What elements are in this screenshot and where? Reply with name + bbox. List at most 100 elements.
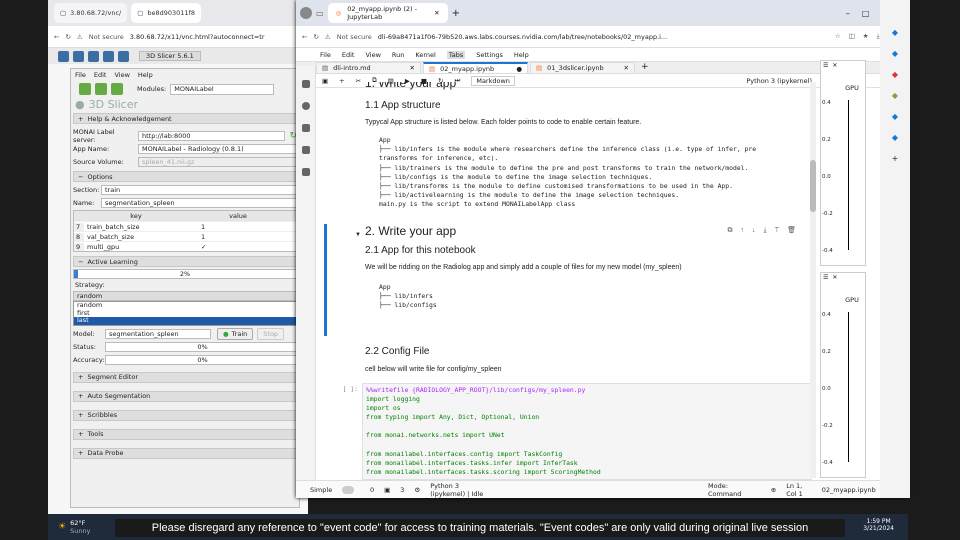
toolbar-icon[interactable]: [58, 50, 69, 62]
table-row[interactable]: 9 multi_gpu ✓: [74, 241, 296, 251]
table-row[interactable]: 8 val_batch_size 1: [74, 231, 296, 241]
section-select[interactable]: train: [101, 184, 297, 195]
strategy-option[interactable]: random: [74, 301, 296, 310]
collapse-icon[interactable]: ▼: [355, 232, 361, 238]
remote-tab[interactable]: ▢ 3.80.68.72/vnc/: [54, 3, 128, 23]
panel-controls-icon[interactable]: ☰: [823, 274, 828, 281]
options-section[interactable]: − Options: [73, 171, 297, 182]
menu-item[interactable]: Help: [514, 51, 529, 59]
doc-tab-intro[interactable]: ▤ dli-intro.md ✕: [316, 62, 421, 74]
collapsed-section[interactable]: + Tools: [73, 428, 297, 440]
office-icon[interactable]: ◆: [892, 112, 898, 121]
code-cell[interactable]: [ ]: %%writefile {RADIOLOGY_APP_ROOT}/li…: [324, 382, 812, 480]
menu-file[interactable]: File: [75, 71, 86, 79]
menu-item[interactable]: Tabs: [446, 50, 466, 59]
extension-icon[interactable]: [301, 168, 310, 176]
close-icon[interactable]: ✕: [410, 64, 415, 72]
doc-tab-myapp[interactable]: ▤ 02_myapp.ipynb ●: [423, 62, 528, 74]
remote-tab[interactable]: ▢ be8d903011f8: [131, 3, 202, 23]
source-select[interactable]: spleen_41.nii.gz: [138, 156, 297, 167]
accuracy-field: Accuracy: 0%: [73, 355, 297, 366]
menu-item[interactable]: Settings: [476, 51, 503, 59]
collapsed-section[interactable]: + Data Probe: [73, 447, 297, 459]
train-button[interactable]: ● Train: [217, 328, 254, 340]
kernel-status[interactable]: Python 3 (ipykernel) | Idle: [430, 482, 492, 498]
module-icon[interactable]: [79, 83, 91, 95]
menu-item[interactable]: File: [320, 51, 331, 59]
name-select[interactable]: segmentation_spleen: [101, 197, 297, 208]
menu-item[interactable]: Run: [392, 51, 404, 59]
module-select[interactable]: MONAILabel: [170, 83, 275, 95]
back-arrow-icon[interactable]: ←: [302, 33, 307, 41]
doc-tab-3dslicer[interactable]: ▤ 01_3dslicer.ipynb ✕: [530, 62, 635, 74]
scroll-thumb[interactable]: [810, 160, 816, 212]
table-row[interactable]: 7 train_batch_size 1: [74, 221, 296, 231]
strategy-option[interactable]: first: [74, 309, 296, 318]
app-tree: App ├── lib/infers ├── lib/configs: [379, 282, 437, 310]
menu-view[interactable]: View: [114, 71, 129, 79]
strategy-dropdown: random first last: [73, 301, 297, 326]
active-learning-section[interactable]: − Active Learning: [73, 256, 297, 267]
back-arrow-icon[interactable]: ←: [54, 33, 59, 41]
reload-icon[interactable]: ↻: [65, 33, 70, 41]
toolbar-icon[interactable]: [73, 50, 84, 62]
cell-actions[interactable]: ⧉↑↓⤓⊤🗑: [727, 226, 804, 235]
toolbar-icon[interactable]: [118, 50, 129, 62]
copilot-icon[interactable]: ◆: [892, 28, 898, 37]
close-icon[interactable]: ✕: [832, 274, 837, 281]
options-table: key value 7 train_batch_size 1 8 val_batch_s…: [73, 210, 297, 252]
server-input[interactable]: http://lab:8000: [138, 130, 286, 141]
tab-actions-icon[interactable]: ▭: [316, 9, 324, 18]
menu-item[interactable]: View: [365, 51, 380, 59]
menu-item[interactable]: Kernel: [415, 51, 435, 59]
simple-mode-toggle[interactable]: [342, 485, 354, 494]
app-input[interactable]: MONAILabel - Radiology (0.8.1): [138, 143, 297, 154]
new-tab-icon[interactable]: +: [452, 8, 460, 19]
outlook-icon[interactable]: ◆: [892, 133, 898, 142]
toolbar-icon[interactable]: [88, 50, 99, 62]
code-line: %%writefile {RADIOLOGY_APP_ROOT}/lib/con…: [366, 385, 586, 394]
url-input[interactable]: dli-69a8471a1f06-79b520.aws.labs.courses…: [378, 33, 667, 41]
add-icon[interactable]: +: [892, 154, 899, 163]
module-icon[interactable]: [111, 83, 123, 95]
code-editor[interactable]: %%writefile {RADIOLOGY_APP_ROOT}/lib/con…: [362, 382, 812, 480]
active-markdown-cell[interactable]: ▼ ⧉↑↓⤓⊤🗑 2. Write your app 2.1 App for t…: [324, 223, 812, 336]
clock[interactable]: 1:59 PM 3/21/2024: [863, 518, 894, 532]
toolbar-icon[interactable]: [103, 50, 114, 62]
panel-controls-icon[interactable]: ☰: [823, 62, 828, 69]
strategy-option[interactable]: last: [74, 316, 296, 325]
running-icon[interactable]: [301, 102, 310, 110]
strategy-select[interactable]: random: [73, 291, 297, 301]
gear-icon: ⚙: [414, 485, 421, 494]
close-icon[interactable]: ✕: [434, 9, 439, 17]
shopping-icon[interactable]: ◆: [892, 49, 898, 58]
add-tab-icon[interactable]: +: [641, 62, 649, 73]
gpu-tick-label: -0.2: [822, 423, 833, 429]
menu-edit[interactable]: Edit: [94, 71, 107, 79]
close-icon[interactable]: ✕: [624, 64, 629, 72]
menu-item[interactable]: Edit: [342, 51, 355, 59]
commands-icon[interactable]: [301, 124, 310, 132]
games-icon[interactable]: ◆: [892, 91, 898, 100]
collapsed-section[interactable]: + Segment Editor: [73, 371, 297, 383]
toc-icon[interactable]: [301, 146, 310, 154]
reload-icon[interactable]: ↻: [313, 33, 318, 41]
browser-tab-jupyter[interactable]: ◎ 02_myapp.ipynb (2) - JupyterLab ✕: [327, 3, 448, 23]
slicer-taskbar-item[interactable]: 3D Slicer 5.6.1: [139, 51, 201, 61]
notebook-scrollbar[interactable]: [810, 82, 816, 478]
profile-icon[interactable]: [300, 7, 312, 19]
tools-icon[interactable]: ◆: [892, 70, 898, 79]
menu-help[interactable]: Help: [138, 71, 153, 79]
sun-icon: ☀: [58, 522, 67, 532]
stop-button[interactable]: Stop: [257, 328, 285, 340]
model-select[interactable]: segmentation_spleen: [105, 329, 211, 339]
folder-icon[interactable]: [301, 80, 310, 88]
collapsed-section[interactable]: + Auto Segmentation: [73, 390, 297, 402]
help-section[interactable]: + Help & Acknowledgement: [73, 113, 297, 124]
module-icon[interactable]: [95, 83, 107, 95]
server-field: MONAI Label server: http://lab:8000 ↻: [73, 127, 297, 144]
unsaved-dot-icon[interactable]: ●: [516, 65, 522, 73]
close-icon[interactable]: ✕: [832, 62, 837, 69]
remote-url-bar[interactable]: ← ↻ ⚠ Not secure 3.80.68.72/x11/vnc.html…: [48, 26, 308, 48]
collapsed-section[interactable]: + Scribbles: [73, 409, 297, 421]
